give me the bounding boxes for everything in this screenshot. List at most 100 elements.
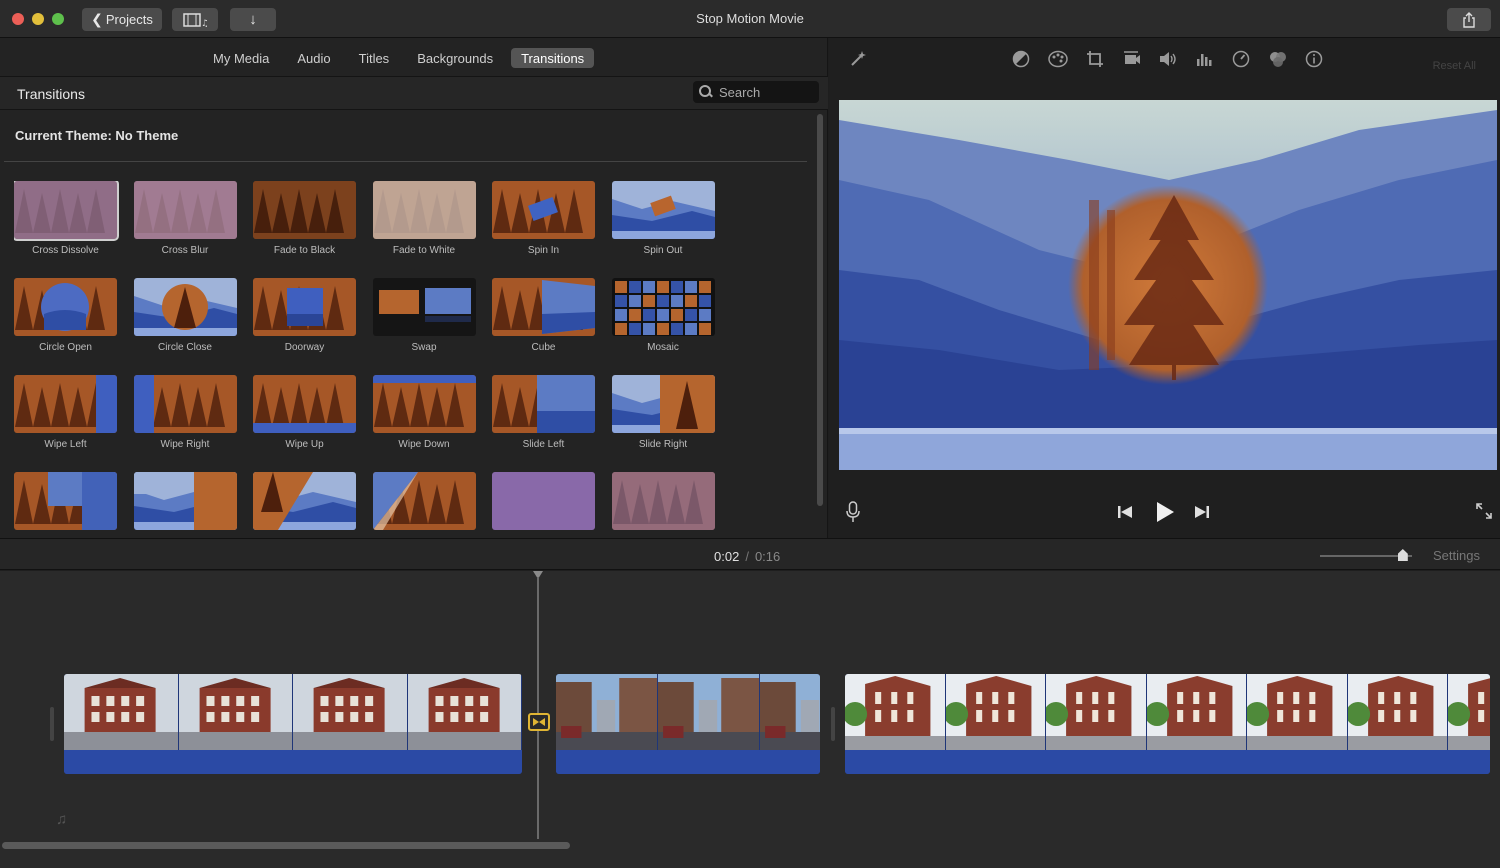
info-icon[interactable] (1303, 48, 1325, 70)
crop-icon[interactable] (1084, 48, 1106, 70)
transition-fade-to-white[interactable]: Fade to White (372, 181, 476, 256)
transition-thumbnail (372, 375, 476, 433)
transition-transition-21[interactable] (253, 472, 356, 530)
search-icon (699, 85, 713, 99)
clip-frame (293, 674, 408, 750)
music-note-icon: ♫ (56, 811, 68, 828)
transition-thumbnail (14, 472, 117, 530)
noise-reduction-icon[interactable] (1193, 48, 1215, 70)
transition-slide-right[interactable]: Slide Right (611, 375, 715, 450)
skip-forward-icon (1195, 506, 1209, 518)
tab-backgrounds[interactable]: Backgrounds (407, 48, 503, 68)
tab-transitions[interactable]: Transitions (511, 48, 595, 68)
reset-all-button[interactable]: Reset All (1433, 60, 1476, 72)
transition-slide-left[interactable]: Slide Left (492, 375, 595, 450)
color-correction-icon[interactable] (1047, 48, 1069, 70)
clip-frame (556, 674, 658, 750)
transition-marker-icon[interactable] (528, 713, 550, 731)
transition-transition-23[interactable] (492, 472, 595, 530)
stabilization-icon[interactable] (1121, 48, 1143, 70)
transition-thumbnail (14, 181, 119, 241)
color-balance-icon[interactable] (1010, 48, 1032, 70)
transition-spin-out[interactable]: Spin Out (611, 181, 715, 256)
volume-icon[interactable] (1157, 48, 1179, 70)
transition-wipe-left[interactable]: Wipe Left (14, 375, 117, 450)
transition-label: Doorway (284, 342, 325, 353)
transition-thumbnail (492, 472, 595, 530)
clip-frame (1146, 674, 1247, 750)
share-button[interactable] (1447, 8, 1491, 31)
clip-1-frames (64, 674, 522, 750)
transition-thumbnail (492, 181, 595, 239)
transition-swap[interactable]: Swap (372, 278, 476, 353)
search-input[interactable] (719, 84, 815, 100)
search-field[interactable] (693, 81, 819, 103)
playhead[interactable] (537, 577, 539, 839)
title-bar: ❮ Projects ♫ ↓ Stop Motion Movie (0, 0, 1500, 38)
tab-audio[interactable]: Audio (287, 48, 340, 68)
transition-label: Wipe Left (44, 439, 87, 450)
browser-scrollbar[interactable] (817, 114, 823, 506)
transition-spin-in[interactable]: Spin In (492, 181, 595, 256)
transition-transition-22[interactable] (372, 472, 476, 530)
voiceover-button[interactable] (843, 500, 863, 524)
speed-icon[interactable] (1230, 48, 1252, 70)
transition-transition-24[interactable] (611, 472, 715, 530)
transition-transition-20[interactable] (133, 472, 237, 530)
transition-thumbnail (372, 472, 476, 530)
transition-thumbnail (133, 181, 237, 239)
transition-label: Wipe Down (398, 439, 450, 450)
clip-trim-handle[interactable] (831, 707, 835, 741)
timeline-clip-1[interactable] (64, 674, 522, 774)
skip-back-icon (1118, 506, 1132, 518)
transition-circle-open[interactable]: Circle Open (14, 278, 117, 353)
transition-label: Spin Out (643, 245, 683, 256)
transition-mosaic[interactable]: Mosaic (611, 278, 715, 353)
skip-forward-button[interactable] (1192, 502, 1212, 522)
transition-thumbnail (492, 375, 595, 433)
clip-3-frames (845, 674, 1490, 750)
transition-thumbnail (14, 375, 117, 433)
transition-cube[interactable]: Cube (492, 278, 595, 353)
clip-filter-icon[interactable] (1267, 48, 1289, 70)
transition-label: Cross Dissolve (32, 245, 99, 256)
clip-frame (658, 674, 760, 750)
play-button[interactable] (1152, 498, 1178, 526)
transition-circle-close[interactable]: Circle Close (133, 278, 237, 353)
fullscreen-button[interactable] (1473, 500, 1495, 522)
section-title: Transitions (17, 86, 85, 102)
section-header: Transitions (0, 76, 828, 110)
transition-transition-19[interactable] (14, 472, 117, 530)
timeline-clip-2[interactable] (556, 674, 820, 774)
transition-thumbnail (372, 278, 476, 336)
transition-label: Wipe Up (285, 439, 324, 450)
clip-frame (1247, 674, 1348, 750)
transition-label: Mosaic (647, 342, 679, 353)
clip-frame (945, 674, 1046, 750)
transition-thumbnail (133, 278, 237, 336)
transition-wipe-up[interactable]: Wipe Up (253, 375, 356, 450)
timeline-scrollbar[interactable] (2, 842, 570, 849)
transition-cross-blur[interactable]: Cross Blur (133, 181, 237, 256)
transition-doorway[interactable]: Doorway (253, 278, 356, 353)
zoom-slider-knob[interactable] (1397, 549, 1408, 561)
media-tabs: My Media Audio Titles Backgrounds Transi… (203, 48, 595, 68)
skip-back-button[interactable] (1115, 502, 1135, 522)
transition-thumbnail (253, 472, 356, 530)
settings-button[interactable]: Settings (1433, 548, 1480, 563)
transition-wipe-right[interactable]: Wipe Right (133, 375, 237, 450)
clip-2-audio-track (556, 750, 820, 774)
transition-fade-to-black[interactable]: Fade to Black (253, 181, 356, 256)
tab-my-media[interactable]: My Media (203, 48, 279, 68)
clip-trim-handle[interactable] (50, 707, 54, 741)
transition-cross-dissolve[interactable]: Cross Dissolve (14, 181, 119, 256)
tab-titles[interactable]: Titles (349, 48, 400, 68)
current-theme-label: Current Theme: No Theme (15, 128, 179, 143)
transition-thumbnail (253, 278, 356, 336)
transition-wipe-down[interactable]: Wipe Down (372, 375, 476, 450)
transition-label: Slide Right (638, 439, 688, 450)
timeline[interactable]: ♫ (0, 571, 1500, 868)
transition-thumbnail (253, 375, 356, 433)
magic-wand-icon[interactable] (847, 48, 869, 70)
timeline-clip-3[interactable] (845, 674, 1490, 774)
